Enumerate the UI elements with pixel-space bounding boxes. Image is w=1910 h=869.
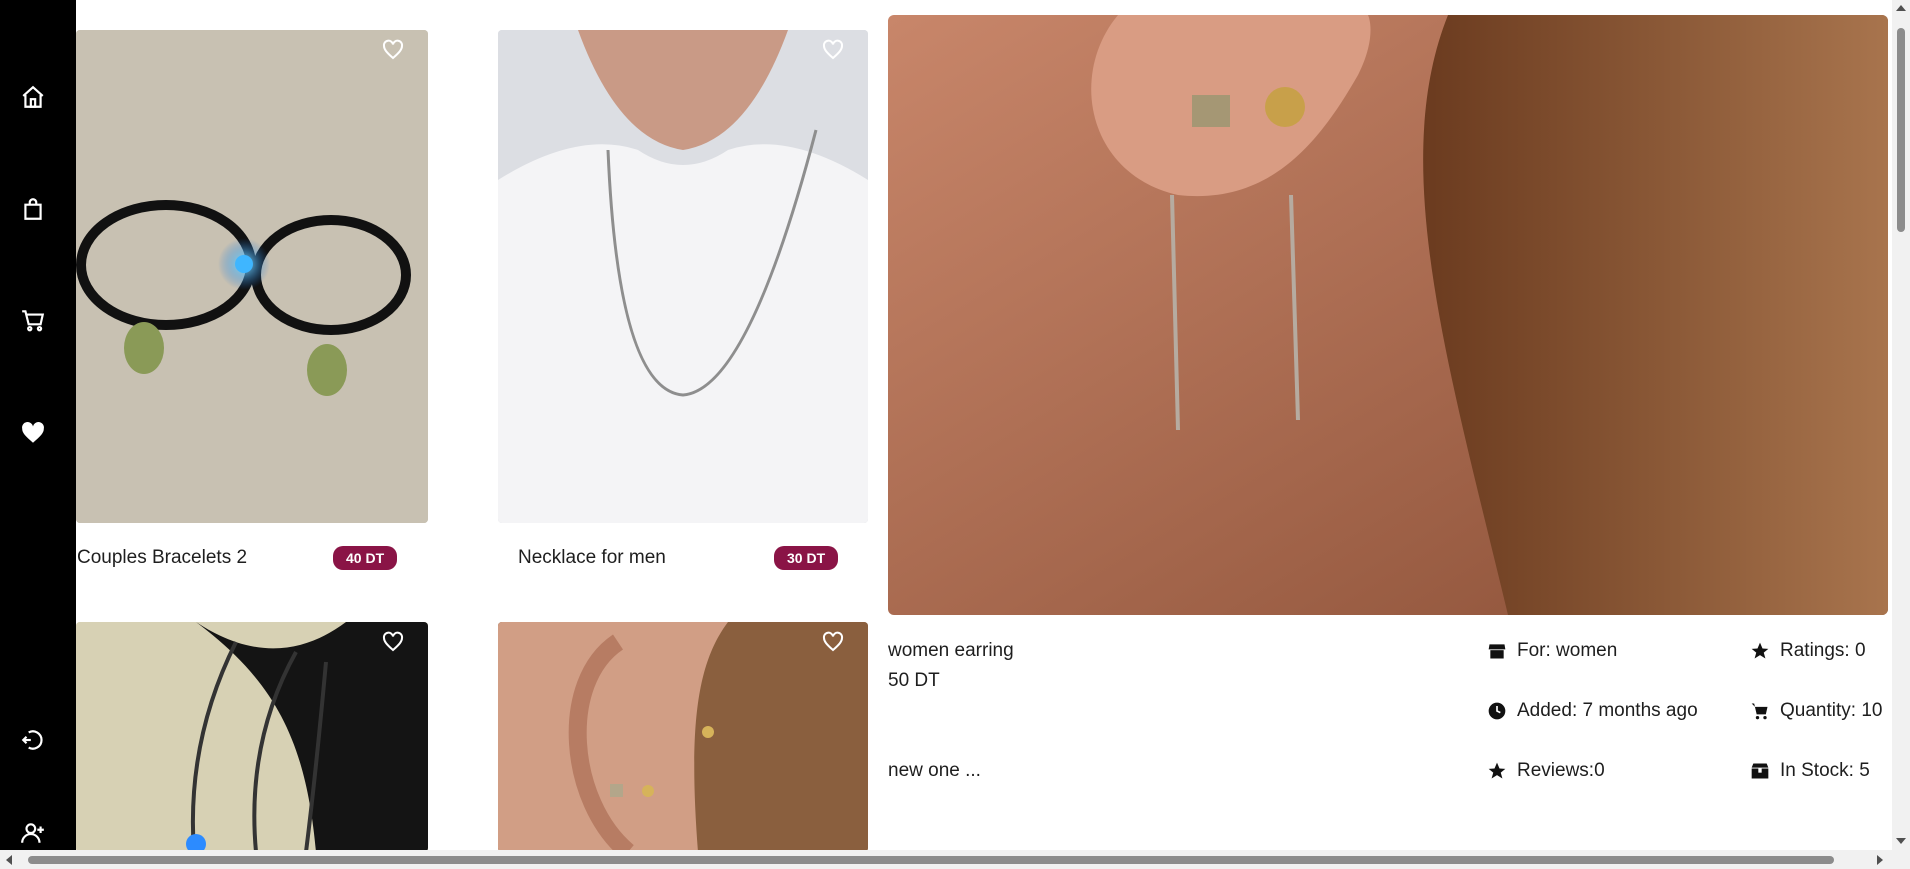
detail-added: Added: 7 months ago (1487, 700, 1698, 722)
star-icon (1488, 762, 1506, 779)
detail-for-text: For: women (1517, 640, 1618, 661)
detail-ratings: Ratings: 0 (1750, 640, 1866, 662)
favorite-heart-icon[interactable] (381, 630, 405, 654)
detail-in-stock-text: In Stock: 5 (1780, 760, 1870, 781)
login-icon[interactable] (18, 725, 48, 755)
scroll-right-icon[interactable] (1877, 855, 1883, 865)
detail-quantity-text: Quantity: 10 (1780, 700, 1883, 721)
detail-product-description: new one ... (888, 760, 981, 781)
price-badge: 30 DT (774, 546, 839, 570)
box-icon (1751, 763, 1769, 779)
scroll-left-icon[interactable] (6, 855, 12, 865)
product-title[interactable]: Couples Bracelets 2 (77, 547, 247, 569)
product-image-earring[interactable] (498, 622, 868, 852)
detail-for: For: women (1487, 640, 1617, 662)
detail-ratings-text: Ratings: 0 (1780, 640, 1866, 661)
favorite-heart-icon[interactable] (821, 38, 845, 62)
product-image-chain-necklace[interactable] (76, 622, 428, 852)
horizontal-scroll-thumb[interactable] (28, 856, 1834, 864)
price-badge: 40 DT (333, 546, 398, 570)
detail-product-price: 50 DT (888, 670, 940, 691)
shopping-bag-icon[interactable] (18, 194, 48, 224)
cart-icon[interactable] (18, 305, 48, 335)
cart-icon (1751, 703, 1768, 720)
detail-reviews: Reviews:0 (1487, 760, 1605, 782)
detail-added-text: Added: 7 months ago (1517, 700, 1698, 721)
vertical-scroll-thumb[interactable] (1897, 28, 1905, 232)
detail-reviews-text: Reviews:0 (1517, 760, 1605, 781)
product-title[interactable]: Necklace for men (518, 547, 666, 569)
product-image-bracelets[interactable] (76, 30, 428, 523)
detail-in-stock: In Stock: 5 (1750, 760, 1870, 782)
scroll-down-icon[interactable] (1896, 838, 1906, 844)
horizontal-scrollbar[interactable] (0, 850, 1910, 869)
detail-product-name: women earring (888, 640, 1014, 661)
product-detail-image (888, 15, 1888, 615)
favorite-heart-icon[interactable] (821, 630, 845, 654)
product-image-necklace[interactable] (498, 30, 868, 523)
home-icon[interactable] (18, 82, 48, 112)
vertical-scrollbar[interactable] (1892, 0, 1910, 850)
sidebar (0, 0, 76, 869)
add-user-icon[interactable] (18, 818, 48, 848)
detail-quantity: Quantity: 10 (1750, 700, 1882, 722)
favorite-heart-icon[interactable] (381, 38, 405, 62)
clock-icon (1488, 702, 1506, 720)
heart-icon[interactable] (18, 418, 48, 448)
star-icon (1751, 642, 1769, 659)
scroll-up-icon[interactable] (1896, 5, 1906, 11)
store-icon (1488, 644, 1506, 659)
